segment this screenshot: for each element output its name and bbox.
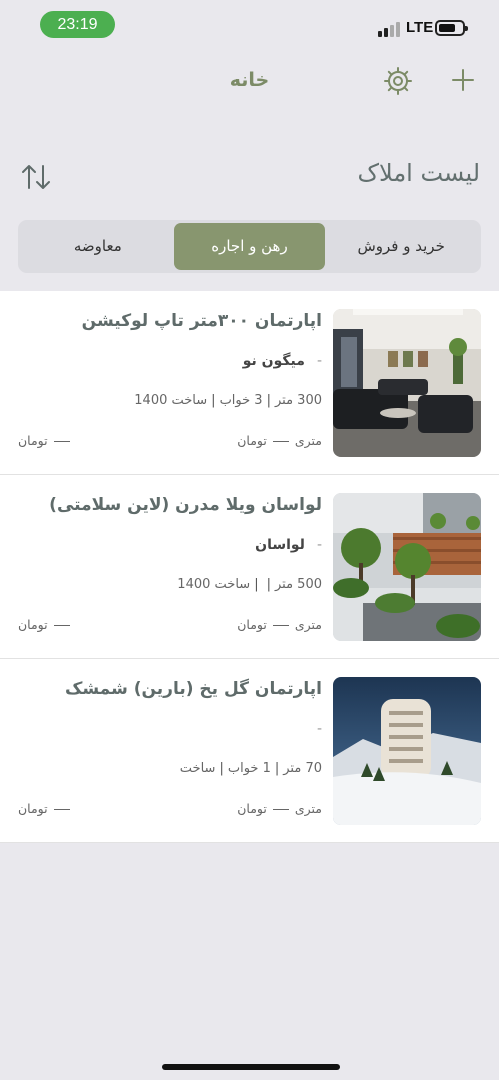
- property-location: -میگون نو: [242, 353, 322, 369]
- property-title: لواسان ویلا مدرن (لاین سلامتی): [49, 495, 322, 515]
- tab-exchange[interactable]: معاوضه: [22, 223, 174, 270]
- list-header: لیست املاک: [0, 155, 499, 199]
- signal-icon: [378, 21, 402, 37]
- property-title: اپارتمان گل یخ (بارین) شمشک: [64, 679, 322, 699]
- area-unit: متر: [274, 577, 294, 592]
- property-location: -لواسان: [255, 537, 322, 553]
- price-per-meter: متریتومان: [237, 617, 322, 632]
- property-built: ساخت 1400: [134, 393, 208, 408]
- status-time: 23:19: [40, 11, 115, 38]
- tab-rent[interactable]: رهن و اجاره: [173, 223, 326, 270]
- battery-icon: [435, 20, 468, 36]
- property-card[interactable]: لواسان ویلا مدرن (لاین سلامتی) -لواسان 5…: [0, 475, 499, 659]
- home-indicator[interactable]: [162, 1064, 340, 1070]
- area-unit: متر: [283, 761, 302, 776]
- nav-title: خانه: [229, 69, 270, 91]
- property-bedrooms: 3 خواب: [219, 393, 263, 408]
- property-bedrooms: 1 خواب: [227, 761, 271, 776]
- price-total: تومان: [18, 433, 76, 448]
- property-card[interactable]: اپارتمان گل یخ (بارین) شمشک - 70 متر|1 خ…: [0, 659, 499, 843]
- property-area: 300: [297, 393, 322, 408]
- snowy-building-photo: [333, 677, 481, 825]
- sort-button[interactable]: [20, 162, 52, 192]
- property-card[interactable]: اپارتمان ۳۰۰متر تاپ لوکیشن -میگون نو 300…: [0, 291, 499, 475]
- living-room-photo: [333, 309, 481, 457]
- sort-arrows-icon: [22, 165, 50, 189]
- property-area: 500: [297, 577, 322, 592]
- property-list: اپارتمان ۳۰۰متر تاپ لوکیشن -میگون نو 300…: [0, 291, 499, 843]
- property-built: ساخت: [179, 761, 216, 776]
- deal-type-tabs: خرید و فروش رهن و اجاره معاوضه: [18, 220, 481, 273]
- property-specs: 70 متر|1 خواب|ساخت: [179, 761, 322, 776]
- property-location: -: [316, 721, 322, 737]
- property-specs: 300 متر|3 خواب|ساخت 1400: [134, 393, 322, 408]
- status-bar: 23:19 LTE: [0, 0, 499, 50]
- list-title: لیست املاک: [357, 159, 480, 187]
- nav-bar: خانه: [0, 55, 499, 105]
- area-unit: متر: [274, 393, 294, 408]
- villa-garden-photo: [333, 493, 481, 641]
- property-area: 70: [305, 761, 322, 776]
- price-per-meter: متریتومان: [237, 801, 322, 816]
- network-label: LTE: [406, 19, 434, 36]
- property-specs: 500 متر||ساخت 1400: [177, 577, 322, 592]
- property-built: ساخت 1400: [177, 577, 251, 592]
- property-title: اپارتمان ۳۰۰متر تاپ لوکیشن: [81, 311, 322, 331]
- price-per-meter: متریتومان: [237, 433, 322, 448]
- price-total: تومان: [18, 617, 76, 632]
- tab-buy-sell[interactable]: خرید و فروش: [325, 223, 477, 270]
- price-total: تومان: [18, 801, 76, 816]
